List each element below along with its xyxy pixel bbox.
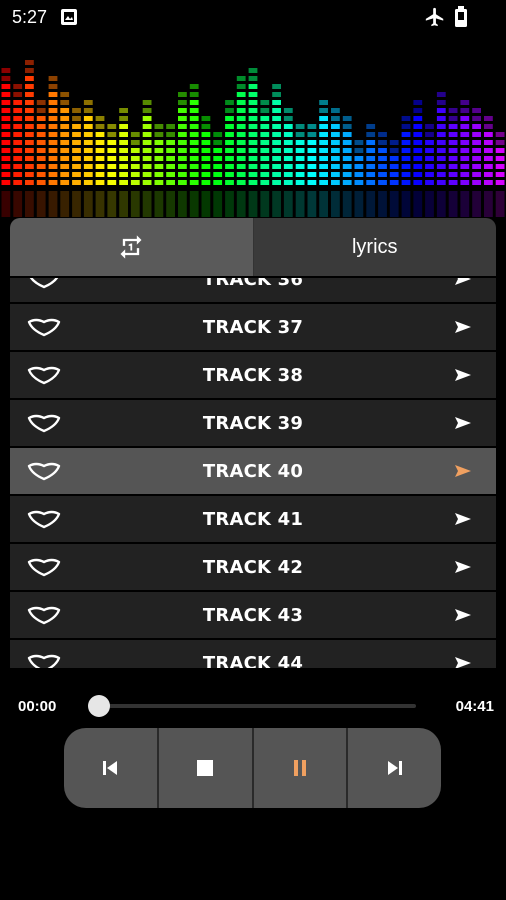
track-row[interactable]: TRACK 38: [10, 352, 496, 398]
play-arrow-icon[interactable]: [454, 416, 472, 430]
play-arrow-icon[interactable]: [454, 368, 472, 382]
stop-icon: [197, 760, 214, 776]
heart-outline-icon[interactable]: [26, 461, 62, 481]
tab-lyrics[interactable]: lyrics: [253, 218, 496, 276]
stop-button[interactable]: [159, 728, 254, 808]
previous-button[interactable]: [64, 728, 159, 808]
track-title: TRACK 38: [202, 364, 304, 386]
play-arrow-icon[interactable]: [454, 464, 472, 478]
play-arrow-icon[interactable]: [454, 608, 472, 622]
track-title: TRACK 36: [202, 278, 304, 290]
current-time: 00:00: [18, 698, 57, 715]
track-title: TRACK 44: [202, 652, 304, 669]
track-row[interactable]: TRACK 42: [10, 544, 496, 590]
skip-next-icon: [387, 761, 402, 775]
heart-outline-icon[interactable]: [26, 413, 62, 433]
track-row[interactable]: TRACK 37: [10, 304, 496, 350]
play-arrow-icon[interactable]: [454, 560, 472, 574]
heart-outline-icon[interactable]: [26, 605, 62, 625]
heart-outline-icon[interactable]: [26, 653, 62, 668]
pause-icon: [293, 760, 306, 776]
play-arrow-icon[interactable]: [454, 320, 472, 334]
track-row[interactable]: TRACK 40: [10, 448, 496, 494]
airplane-icon: [425, 7, 444, 27]
track-title: TRACK 42: [202, 556, 304, 578]
track-row[interactable]: TRACK 39: [10, 400, 496, 446]
play-arrow-icon[interactable]: [454, 656, 472, 668]
photo-icon: [61, 9, 77, 25]
tab-repeat[interactable]: [10, 218, 254, 276]
pause-button[interactable]: [254, 728, 349, 808]
playback-controls: [64, 728, 441, 808]
seek-slider[interactable]: [88, 695, 416, 717]
tab-bar: lyrics: [10, 218, 496, 276]
heart-outline-icon[interactable]: [26, 509, 62, 529]
skip-previous-icon: [103, 761, 118, 775]
seek-bar: 00:00 04:41: [0, 690, 506, 720]
heart-outline-icon[interactable]: [26, 317, 62, 337]
track-title: TRACK 43: [202, 604, 304, 626]
seek-thumb[interactable]: [88, 695, 110, 717]
battery-icon: [455, 6, 467, 27]
status-bar: 5:27: [0, 0, 506, 36]
play-arrow-icon[interactable]: [454, 278, 472, 286]
heart-outline-icon[interactable]: [26, 557, 62, 577]
track-title: TRACK 37: [202, 316, 304, 338]
track-row[interactable]: TRACK 36: [10, 278, 496, 302]
track-title: TRACK 41: [202, 508, 304, 530]
track-title: TRACK 39: [202, 412, 304, 434]
track-row[interactable]: TRACK 44: [10, 640, 496, 668]
play-arrow-icon[interactable]: [454, 512, 472, 526]
repeat-one-icon: [120, 235, 142, 259]
total-time: 04:41: [455, 698, 494, 715]
heart-outline-icon[interactable]: [26, 278, 62, 289]
equalizer-visualizer: [1, 60, 505, 217]
status-time: 5:27: [12, 7, 48, 27]
track-row[interactable]: TRACK 43: [10, 592, 496, 638]
track-row[interactable]: TRACK 41: [10, 496, 496, 542]
next-button[interactable]: [348, 728, 441, 808]
track-title: TRACK 40: [202, 460, 304, 482]
track-list[interactable]: TRACK 36 TRACK 37 TRACK 38 TRACK 39 TRACK 40…: [10, 278, 496, 668]
heart-outline-icon[interactable]: [26, 365, 62, 385]
